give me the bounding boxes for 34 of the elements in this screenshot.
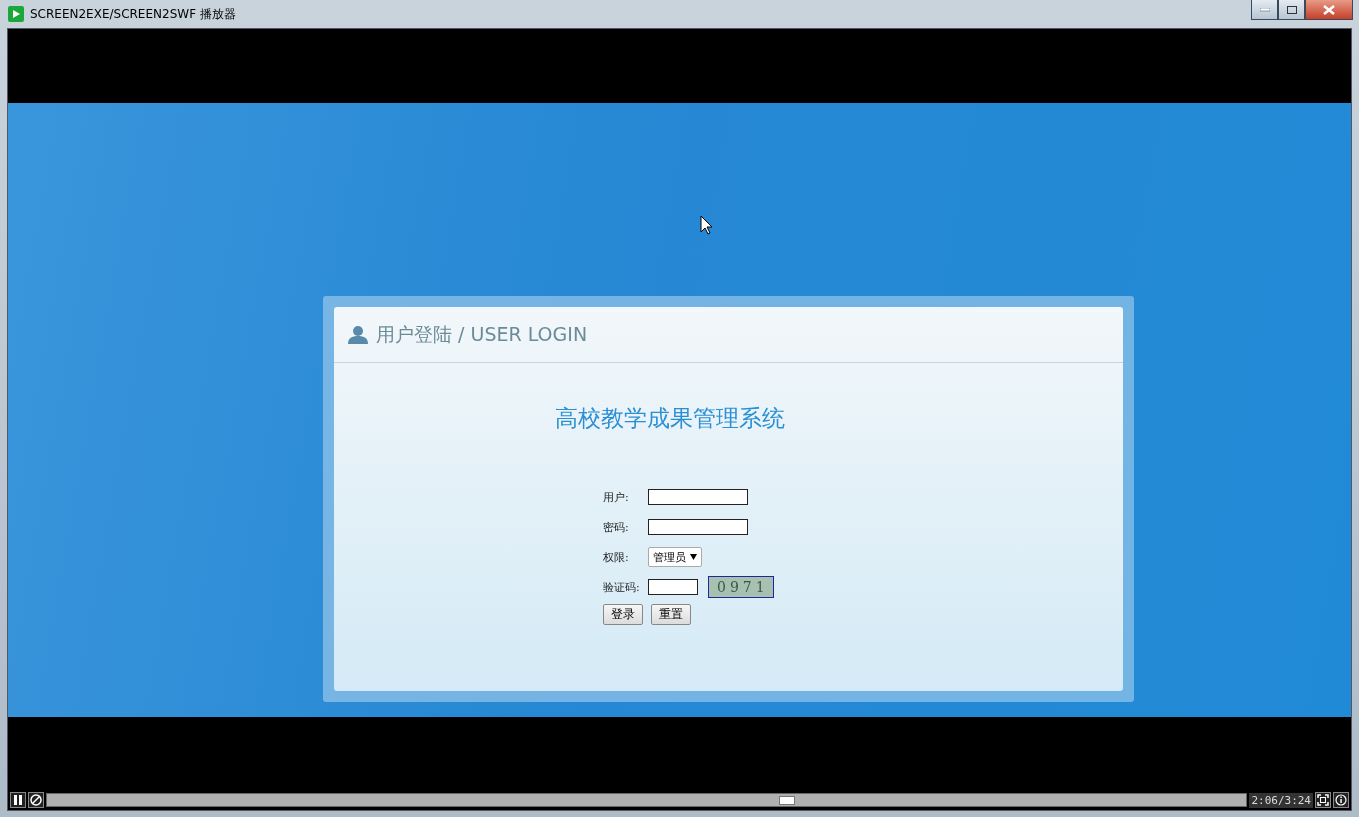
field-label: 用户: (603, 489, 630, 505)
maximize-button[interactable] (1278, 0, 1305, 20)
fullscreen-icon (1317, 794, 1329, 806)
user-icon (348, 325, 368, 344)
info-icon (1335, 794, 1347, 806)
close-button[interactable] (1305, 0, 1353, 20)
pause-button[interactable] (10, 792, 26, 808)
info-button[interactable] (1333, 792, 1349, 808)
pause-icon (14, 795, 22, 805)
field-label: 权限: (603, 549, 630, 565)
minimize-button[interactable] (1251, 0, 1278, 20)
system-title: 高校教学成果管理系统 (555, 404, 785, 433)
role-dropdown[interactable]: 管理员 (648, 547, 702, 567)
progress-thumb[interactable] (779, 796, 795, 805)
field-label: 验证码: (603, 579, 641, 595)
no-sound-icon (30, 794, 42, 806)
app-icon (8, 6, 24, 22)
fullscreen-button[interactable] (1315, 792, 1331, 808)
window-title: SCREEN2EXE/SCREEN2SWF 播放器 (30, 5, 237, 23)
time-display: 2:06/3:24 (1249, 792, 1313, 808)
maximize-icon (1286, 5, 1297, 14)
username-field[interactable] (648, 489, 748, 505)
login-header: 用户登陆 / USER LOGIN (376, 321, 588, 347)
captcha-field[interactable] (648, 579, 698, 595)
login-button[interactable]: 登录 (603, 604, 643, 625)
mute-button[interactable] (28, 792, 44, 808)
field-label: 密码: (603, 519, 630, 535)
minimize-icon (1259, 7, 1270, 12)
close-icon (1323, 4, 1335, 15)
caret-icon (690, 554, 697, 560)
reset-button[interactable]: 重置 (651, 604, 691, 625)
password-field[interactable] (648, 519, 748, 535)
mouse-cursor-icon (700, 215, 713, 235)
captcha-image: 0971 (708, 576, 774, 598)
